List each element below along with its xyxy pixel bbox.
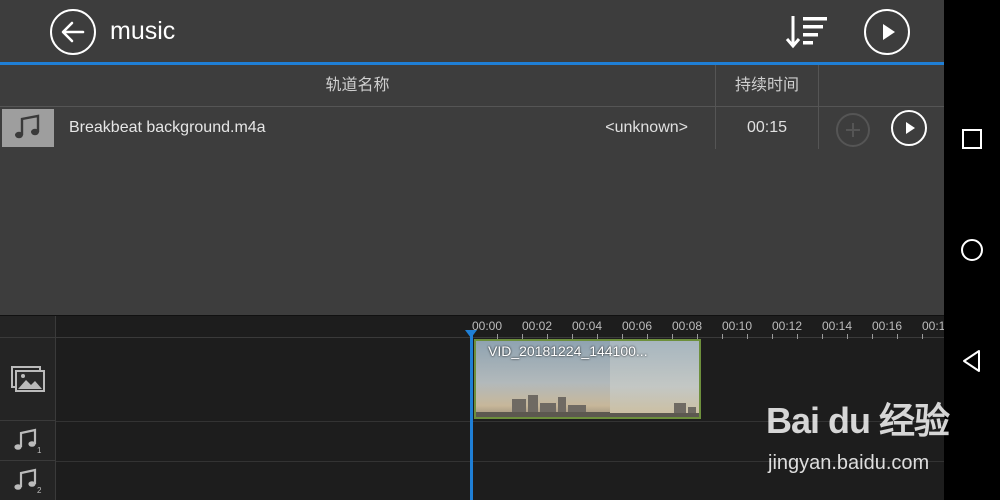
ruler-tick [822, 334, 823, 339]
square-icon [962, 129, 982, 149]
play-icon [883, 24, 895, 40]
video-gallery-icon [11, 366, 45, 392]
back-button[interactable] [50, 9, 96, 55]
ruler-tick-label: 00:16 [872, 319, 903, 333]
playhead[interactable] [470, 332, 473, 500]
timeline-lane-icons: 1 2 [0, 316, 56, 500]
svg-text:2: 2 [37, 486, 42, 494]
track-thumbnail [2, 109, 54, 147]
track-title: Breakbeat background.m4a [69, 119, 266, 136]
video-lane-header[interactable] [0, 338, 56, 421]
triangle-back-icon [963, 350, 980, 372]
home-button[interactable] [960, 238, 984, 262]
watermark-url: jingyan.baidu.com [768, 452, 930, 474]
ruler-tick-label: 00:04 [572, 319, 603, 333]
ruler-corner [0, 316, 56, 338]
preview-track-button[interactable] [891, 110, 927, 146]
track-row[interactable]: Breakbeat background.m4a <unknown> 00:15 [0, 107, 944, 149]
ruler-tick [847, 334, 848, 339]
system-nav-bar [944, 0, 1000, 500]
baidu-watermark: Bai du 经验 jingyan.baidu.com [766, 392, 950, 482]
add-track-button[interactable] [836, 113, 870, 147]
sort-button[interactable] [784, 12, 830, 52]
ruler-tick [797, 334, 798, 339]
sort-icon [785, 16, 827, 49]
ruler-tick [747, 334, 748, 339]
track-duration: 00:15 [715, 107, 819, 149]
top-bar: music [0, 0, 944, 65]
ruler-tick-label: 00:02 [522, 319, 553, 333]
ruler-tick [772, 334, 773, 339]
clip-title: VID_20181224_144100... [488, 343, 648, 359]
video-clip[interactable]: VID_20181224_144100... [474, 339, 701, 419]
ruler-tick [722, 334, 723, 339]
arrow-left-icon [61, 21, 85, 43]
ruler-tick-label: 00:14 [822, 319, 853, 333]
page-title: music [110, 17, 176, 45]
music-note-icon: 1 [14, 428, 42, 454]
audio-lane-1-header[interactable]: 1 [0, 421, 56, 461]
system-back-button[interactable] [960, 349, 984, 373]
ruler-tick [922, 334, 923, 339]
list-header: 轨道名称 持续时间 [0, 65, 944, 107]
ruler-tick-label: 00:1 [922, 319, 944, 333]
play-icon [906, 122, 915, 134]
music-note-icon [15, 114, 40, 139]
ruler-tick-label: 00:12 [772, 319, 803, 333]
music-note-icon: 2 [14, 468, 42, 494]
column-header-track-name[interactable]: 轨道名称 [0, 65, 715, 107]
time-ruler[interactable]: 00:00 00:02 00:04 00:06 00:08 00:10 00:1… [56, 316, 944, 339]
play-all-button[interactable] [864, 9, 910, 55]
column-header-duration[interactable]: 持续时间 [715, 65, 819, 107]
ruler-tick-label: 00:08 [672, 319, 703, 333]
ruler-tick-label: 00:10 [722, 319, 753, 333]
ruler-tick [897, 334, 898, 339]
ruler-tick-label: 00:06 [622, 319, 653, 333]
watermark-logo: Bai du 经验 [766, 400, 950, 441]
recents-button[interactable] [960, 127, 984, 151]
circle-icon [961, 239, 983, 261]
ruler-tick [872, 334, 873, 339]
svg-text:1: 1 [37, 446, 42, 454]
audio-lane-2-header[interactable]: 2 [0, 461, 56, 500]
track-artist: <unknown> [605, 119, 688, 136]
